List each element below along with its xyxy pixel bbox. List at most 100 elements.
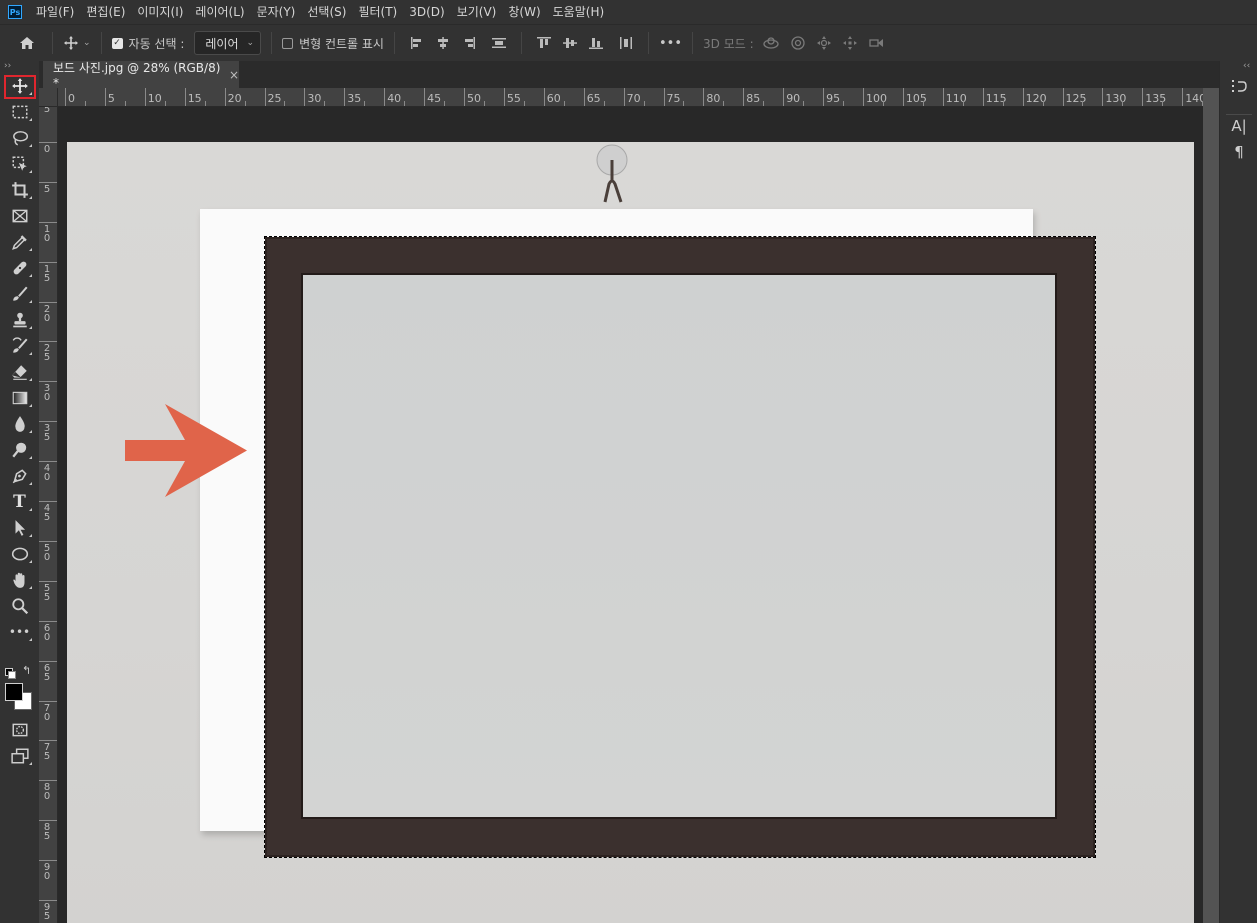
submenu-indicator [29,352,32,355]
swap-colors-icon[interactable]: ↰ [22,664,31,677]
ruler-tick-label: 55 [506,92,521,105]
clone-stamp-tool[interactable] [0,307,39,333]
foreground-color-swatch[interactable] [5,683,23,701]
hand-tool[interactable] [0,567,39,593]
menu-item[interactable]: 선택(S) [301,0,352,24]
character-panel-button[interactable]: A| [1220,113,1257,139]
path-select-tool[interactable] [0,515,39,541]
collapse-panel-icon[interactable]: ›› [0,61,39,73]
ruler-tick [803,101,805,106]
ruler-tick [324,101,326,106]
menu-item[interactable]: 보기(V) [451,0,503,24]
home-icon [20,37,34,49]
submenu-indicator [29,638,32,641]
marquee-tool[interactable] [0,99,39,125]
align-left-icon[interactable] [409,36,425,50]
menu-item[interactable]: 파일(F) [30,0,80,24]
selection-marquee[interactable] [264,236,1096,858]
horizontal-ruler[interactable]: 0 5 10 15 20 25 30 35 40 45 50 55 60 65 70 75 80 85 90 95 10… [58,88,1203,107]
ruler-tick [1122,101,1124,106]
dodge-icon [11,442,26,458]
slide-3d-icon[interactable] [842,35,858,51]
frame-tool[interactable] [0,203,39,229]
menu-item[interactable]: 편집(E) [80,0,131,24]
document-image[interactable] [67,142,1194,923]
divider [393,32,395,54]
vertical-ruler[interactable]: 5 0 5 10 15 20 25 30 35 40 45 50 55 60 65 70 75 80 85 90 95 [39,107,58,923]
photoshop-logo: Ps [8,5,22,19]
menu-item[interactable]: 3D(D) [403,0,450,24]
zoom-tool[interactable] [0,593,39,619]
canvas-area[interactable] [58,107,1203,923]
screen-mode-icon [10,748,29,764]
history-panel-button[interactable] [1220,73,1257,99]
ruler-tick [304,88,306,106]
lasso-tool[interactable] [0,125,39,151]
quick-mask-button[interactable] [0,717,39,743]
align-middle-icon[interactable] [562,36,578,50]
dodge-tool[interactable] [0,437,39,463]
checkbox-icon [282,37,294,49]
eyedropper-tool[interactable] [0,229,39,255]
ruler-tick [1142,88,1144,106]
bandage-icon [13,261,26,275]
menu-item[interactable]: 도움말(H) [547,0,611,24]
frame-icon [12,209,27,223]
align-right-icon[interactable] [461,36,477,50]
ruler-tick-label: 70 [626,92,641,105]
pan-3d-icon[interactable] [816,35,832,51]
align-bottom-icon[interactable] [588,36,604,50]
more-tools[interactable]: ••• [0,619,39,645]
brush-tool[interactable] [0,281,39,307]
chevron-down-icon: ⌄ [83,38,91,48]
ruler-tick-label: 15 [187,92,202,105]
close-icon[interactable]: × [229,68,239,82]
pen-icon [12,469,27,484]
ruler-tick [583,88,585,106]
menu-item[interactable]: 필터(T) [352,0,403,24]
auto-select-checkbox[interactable]: ✓ 자동 선택 : [111,35,184,52]
ruler-tick [144,88,146,106]
ruler-tick [39,540,57,542]
gradient-tool[interactable] [0,385,39,411]
menu-item[interactable]: 문자(Y) [251,0,302,24]
align-top-icon[interactable] [536,36,552,50]
ellipse-tool[interactable] [0,541,39,567]
home-button[interactable] [12,35,42,51]
document-tab[interactable]: 보드 사진.jpg @ 28% (RGB/8) * × [43,61,239,90]
transform-controls-checkbox[interactable]: 변형 컨트롤 표시 [282,35,384,52]
eraser-tool[interactable] [0,359,39,385]
blur-tool[interactable] [0,411,39,437]
type-icon: T [13,492,26,512]
drop-icon [14,416,25,432]
distribute-icon[interactable] [491,36,507,50]
ruler-tick [39,660,57,662]
history-brush-tool[interactable] [0,333,39,359]
orbit-3d-icon[interactable] [762,35,780,51]
scale-3d-icon[interactable] [868,35,884,51]
object-select-tool[interactable] [0,151,39,177]
healing-brush-tool[interactable] [0,255,39,281]
menu-item[interactable]: 이미지(I) [131,0,189,24]
type-tool[interactable]: T [0,489,39,515]
ruler-tick-label: 65 [586,92,601,105]
move-tool-preset[interactable]: ⌄ [63,35,91,51]
menu-item[interactable]: 레이어(L) [189,0,250,24]
paragraph-panel-button[interactable]: ¶ [1220,139,1257,165]
auto-select-target-dropdown[interactable]: 레이어 ⌄ [194,31,262,55]
default-colors-icon[interactable] [5,668,16,679]
ruler-tick-label: 40 [387,92,402,105]
history-icon [1232,80,1247,92]
align-center-icon[interactable] [435,36,451,50]
screen-mode-button[interactable] [0,743,39,769]
more-options-button[interactable]: ••• [659,36,682,51]
move-tool[interactable] [0,73,39,99]
crop-tool[interactable] [0,177,39,203]
roll-3d-icon[interactable] [790,35,806,51]
menu-item[interactable]: 창(W) [502,0,546,24]
distribute-horizontal-icon[interactable] [618,36,634,50]
ruler-tick [39,421,57,423]
pen-tool[interactable] [0,463,39,489]
ruler-origin[interactable] [39,88,58,107]
collapse-right-panels-icon[interactable]: ‹‹ [1243,61,1250,71]
